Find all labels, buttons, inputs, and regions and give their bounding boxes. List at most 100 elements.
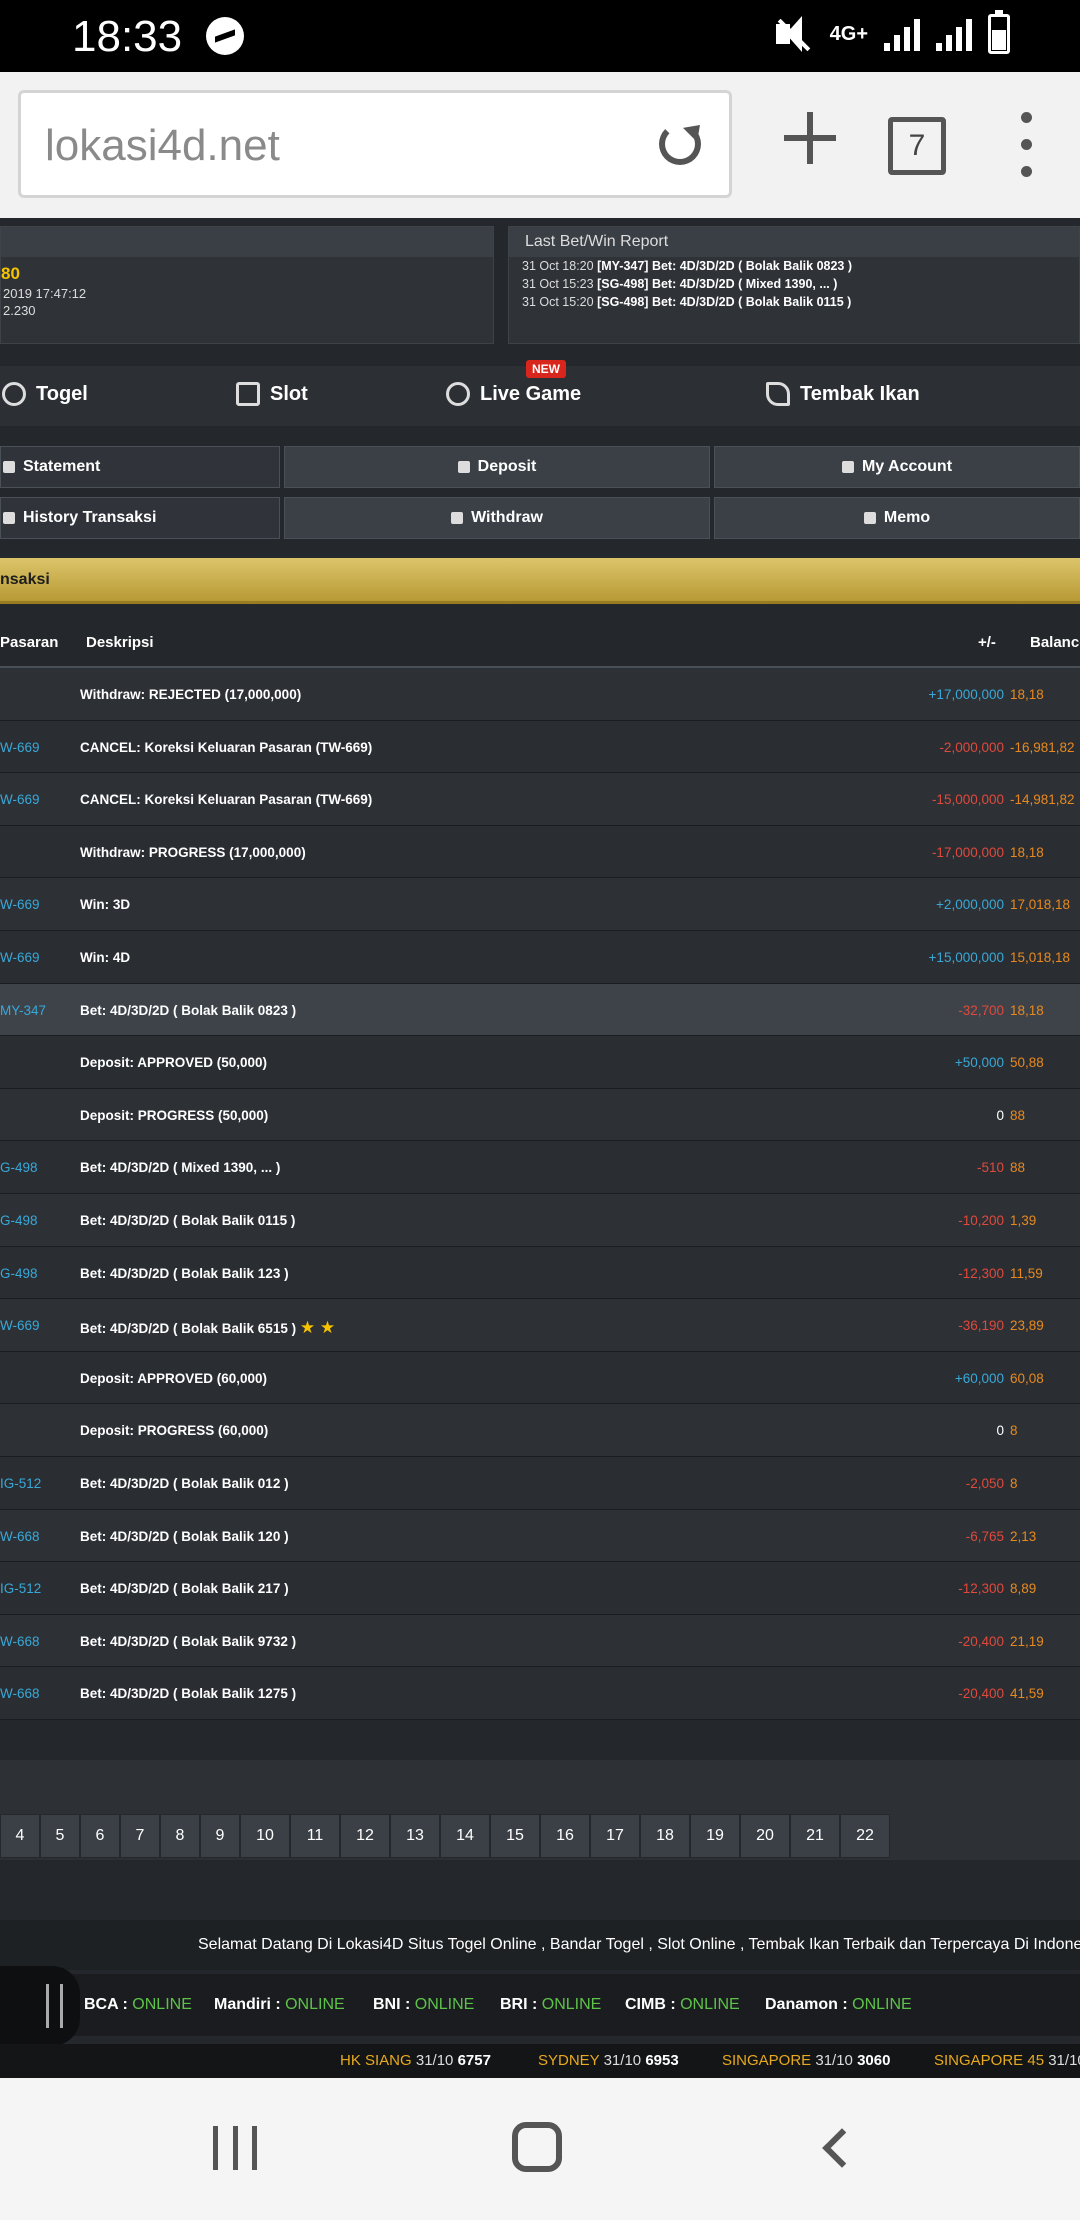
page-button[interactable]: 5	[40, 1814, 80, 1858]
page-button[interactable]: 15	[490, 1814, 540, 1858]
cell-description: Bet: 4D/3D/2D ( Bolak Balik 1275 )	[80, 1686, 297, 1702]
page-button[interactable]: 11	[290, 1814, 340, 1858]
online-status: ONLINE	[541, 1996, 602, 2013]
reload-icon[interactable]	[653, 117, 709, 173]
cell-pasaran[interactable]: G-498	[0, 1213, 38, 1228]
table-row[interactable]: W-668 Bet: 4D/3D/2D ( Bolak Balik 120 ) -6…	[0, 1509, 1080, 1563]
page-button[interactable]: 12	[340, 1814, 390, 1858]
web-content: 80 2019 17:47:12 2.230 Last Bet/Win Repo…	[0, 218, 1080, 2078]
cell-pasaran[interactable]: W-669	[0, 950, 40, 965]
nav-slot[interactable]: Slot	[236, 382, 308, 406]
table-header: Pasaran Deskripsi +/- Balance	[0, 616, 1080, 668]
tab-switcher-button[interactable]: 7	[888, 117, 946, 175]
page-button[interactable]: 4	[0, 1814, 40, 1858]
cell-pasaran[interactable]: G-498	[0, 1160, 38, 1175]
page-button[interactable]: 13	[390, 1814, 440, 1858]
cell-pasaran[interactable]: G-498	[0, 1266, 38, 1281]
table-row[interactable]: IG-512 Bet: 4D/3D/2D ( Bolak Balik 217 ) -…	[0, 1562, 1080, 1615]
table-row[interactable]: G-498 Bet: 4D/3D/2D ( Bolak Balik 0115 ) -…	[0, 1193, 1080, 1247]
online-status: ONLINE	[852, 1996, 912, 2013]
cell-description: Bet: 4D/3D/2D ( Bolak Balik 120 )	[80, 1528, 289, 1544]
home-icon[interactable]	[512, 2122, 562, 2172]
table-row[interactable]: Withdraw: REJECTED (17,000,000) +17,000,0…	[0, 668, 1080, 721]
table-row[interactable]: Deposit: PROGRESS (50,000) 0 88	[0, 1088, 1080, 1142]
cell-balance: 88	[1010, 1160, 1026, 1176]
page-button[interactable]: 17	[590, 1814, 640, 1858]
cell-pasaran[interactable]: W-669	[0, 897, 40, 912]
cell-amount: -32,700	[958, 1002, 1004, 1018]
table-row[interactable]: W-669 CANCEL: Koreksi Keluaran Pasaran (T…	[0, 720, 1080, 774]
table-row[interactable]: G-498 Bet: 4D/3D/2D ( Mixed 1390, ... ) -5…	[0, 1141, 1080, 1194]
page-button[interactable]: 10	[240, 1814, 290, 1858]
report-item[interactable]: 31 Oct 18:20 [MY-347] Bet: 4D/3D/2D ( Bo…	[509, 257, 1079, 275]
new-tab-icon[interactable]	[782, 110, 838, 166]
page-button[interactable]: 18	[640, 1814, 690, 1858]
more-menu-icon[interactable]	[1014, 112, 1038, 178]
pagination: 4 5 6 7 8 9 10 11 12 13 14 15 16 17 18 19 20 21 22	[0, 1814, 890, 1858]
history-button[interactable]: History Transaksi	[0, 497, 280, 539]
cell-pasaran[interactable]: W-668	[0, 1686, 40, 1701]
cell-pasaran[interactable]: W-669	[0, 792, 40, 807]
table-row[interactable]: Deposit: PROGRESS (60,000) 0 8	[0, 1404, 1080, 1457]
cell-pasaran[interactable]: MY-347	[0, 1003, 46, 1018]
table-row[interactable]: W-669 CANCEL: Koreksi Keluaran Pasaran (T…	[0, 773, 1080, 826]
page-button[interactable]: 16	[540, 1814, 590, 1858]
recent-apps-icon[interactable]	[213, 2126, 257, 2170]
my-account-button[interactable]: My Account	[714, 446, 1080, 488]
page-button[interactable]: 20	[740, 1814, 790, 1858]
table-row[interactable]: Withdraw: PROGRESS (17,000,000) -17,000,0…	[0, 825, 1080, 879]
page-button[interactable]: 9	[200, 1814, 240, 1858]
table-row[interactable]: Deposit: APPROVED (60,000) +60,000 60,08	[0, 1351, 1080, 1405]
page-button[interactable]: 8	[160, 1814, 200, 1858]
messenger-icon	[206, 17, 244, 55]
table-row[interactable]: W-668 Bet: 4D/3D/2D ( Bolak Balik 9732 ) -…	[0, 1614, 1080, 1668]
header-pasaran: Pasaran	[0, 634, 59, 651]
user-icon	[841, 461, 854, 473]
table-row[interactable]: MY-347 Bet: 4D/3D/2D ( Bolak Balik 0823 )…	[0, 983, 1080, 1037]
header-deskripsi: Deskripsi	[86, 634, 154, 651]
table-row[interactable]: G-498 Bet: 4D/3D/2D ( Bolak Balik 123 ) -1…	[0, 1246, 1080, 1300]
url-bar[interactable]: lokasi4d.net	[18, 90, 732, 198]
cell-balance: 18,18	[1010, 1002, 1044, 1018]
table-row[interactable]: W-668 Bet: 4D/3D/2D ( Bolak Balik 1275 ) -…	[0, 1667, 1080, 1720]
cell-pasaran[interactable]: IG-512	[0, 1476, 41, 1491]
withdraw-button[interactable]: Withdraw	[284, 497, 710, 539]
report-item[interactable]: 31 Oct 15:20 [SG-498] Bet: 4D/3D/2D ( Bo…	[509, 293, 1079, 311]
report-item[interactable]: 31 Oct 15:23 [SG-498] Bet: 4D/3D/2D ( Mi…	[509, 275, 1079, 293]
back-icon[interactable]	[822, 2128, 862, 2168]
memo-button[interactable]: Memo	[714, 497, 1080, 539]
cell-pasaran[interactable]: W-669	[0, 1318, 40, 1333]
network-type: 4G+	[829, 23, 868, 45]
table-row[interactable]: Deposit: APPROVED (50,000) +50,000 50,88	[0, 1036, 1080, 1089]
cell-balance: 11,59	[1010, 1265, 1043, 1281]
account-info-box: 80 2019 17:47:12 2.230	[0, 226, 494, 344]
nav-togel[interactable]: Togel	[2, 382, 88, 406]
page-button[interactable]: 19	[690, 1814, 740, 1858]
table-row[interactable]: IG-512 Bet: 4D/3D/2D ( Bolak Balik 012 ) -…	[0, 1456, 1080, 1510]
page-button[interactable]: 7	[120, 1814, 160, 1858]
cell-description: CANCEL: Koreksi Keluaran Pasaran (TW-669…	[80, 739, 373, 755]
page-button[interactable]: 22	[840, 1814, 890, 1858]
deposit-button[interactable]: Deposit	[284, 446, 710, 488]
cell-pasaran[interactable]: W-668	[0, 1634, 40, 1649]
table-row[interactable]: W-669 Win: 4D +15,000,000 15,018,18	[0, 930, 1080, 984]
cell-pasaran[interactable]: W-668	[0, 1529, 40, 1544]
page-button[interactable]: 21	[790, 1814, 840, 1858]
table-row[interactable]: W-669 Bet: 4D/3D/2D ( Bolak Balik 6515 ) …	[0, 1299, 1080, 1352]
page-button[interactable]: 6	[80, 1814, 120, 1858]
cell-pasaran[interactable]: IG-512	[0, 1581, 41, 1596]
slot-machine-icon	[236, 382, 260, 406]
online-status: ONLINE	[414, 1996, 475, 2013]
statement-button[interactable]: Statement	[0, 446, 280, 488]
cell-description: Win: 4D	[80, 949, 131, 965]
menu-handle[interactable]	[0, 1966, 80, 2046]
nav-tembak-ikan[interactable]: Tembak Ikan	[766, 382, 920, 406]
cell-pasaran[interactable]: W-669	[0, 740, 40, 755]
deposit-icon	[457, 461, 470, 473]
section-title: nsaksi	[0, 558, 1080, 604]
online-status: ONLINE	[285, 1996, 345, 2013]
cell-amount: -20,400	[958, 1686, 1004, 1702]
table-row[interactable]: W-669 Win: 3D +2,000,000 17,018,18	[0, 878, 1080, 931]
nav-live-game[interactable]: Live Game	[446, 382, 581, 406]
page-button[interactable]: 14	[440, 1814, 490, 1858]
